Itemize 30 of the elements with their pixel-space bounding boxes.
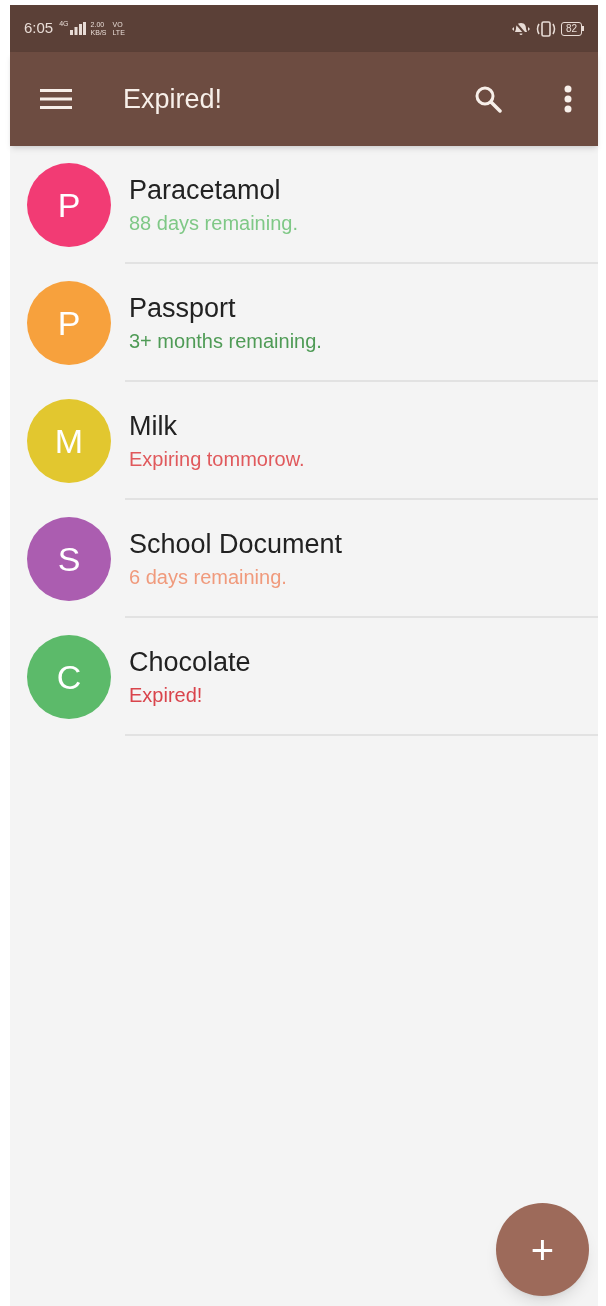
item-name: School Document [129, 528, 343, 561]
avatar: S [27, 517, 111, 601]
item-status: Expiring tommorow. [129, 447, 305, 472]
item-name: Chocolate [129, 646, 251, 679]
item-status: 88 days remaining. [129, 211, 298, 236]
muted-bell-icon [510, 20, 531, 37]
list-item[interactable]: P Passport 3+ months remaining. [10, 264, 598, 382]
app-title: Expired! [123, 82, 223, 116]
add-button[interactable]: + [496, 1203, 589, 1296]
list-item[interactable]: C Chocolate Expired! [10, 618, 598, 736]
list-item[interactable]: P Paracetamol 88 days remaining. [10, 146, 598, 264]
item-status: 3+ months remaining. [129, 329, 322, 354]
status-time: 6:05 [24, 18, 54, 39]
list-item[interactable]: S School Document 6 days remaining. [10, 500, 598, 618]
item-name: Paracetamol [129, 174, 282, 207]
list-item[interactable]: M Milk Expiring tommorow. [10, 382, 598, 500]
menu-icon[interactable] [40, 88, 72, 110]
avatar: M [27, 399, 111, 483]
item-name: Milk [129, 410, 178, 443]
item-name: Passport [129, 292, 237, 325]
signal-icon [69, 22, 86, 35]
battery-indicator: 82 [560, 21, 584, 36]
search-icon[interactable] [474, 85, 502, 113]
more-options-icon[interactable] [564, 85, 572, 113]
avatar: C [27, 635, 111, 719]
item-status: 6 days remaining. [129, 565, 288, 590]
avatar: P [27, 281, 111, 365]
avatar: P [27, 163, 111, 247]
vibrate-icon [534, 20, 557, 37]
item-status: Expired! [129, 683, 204, 708]
